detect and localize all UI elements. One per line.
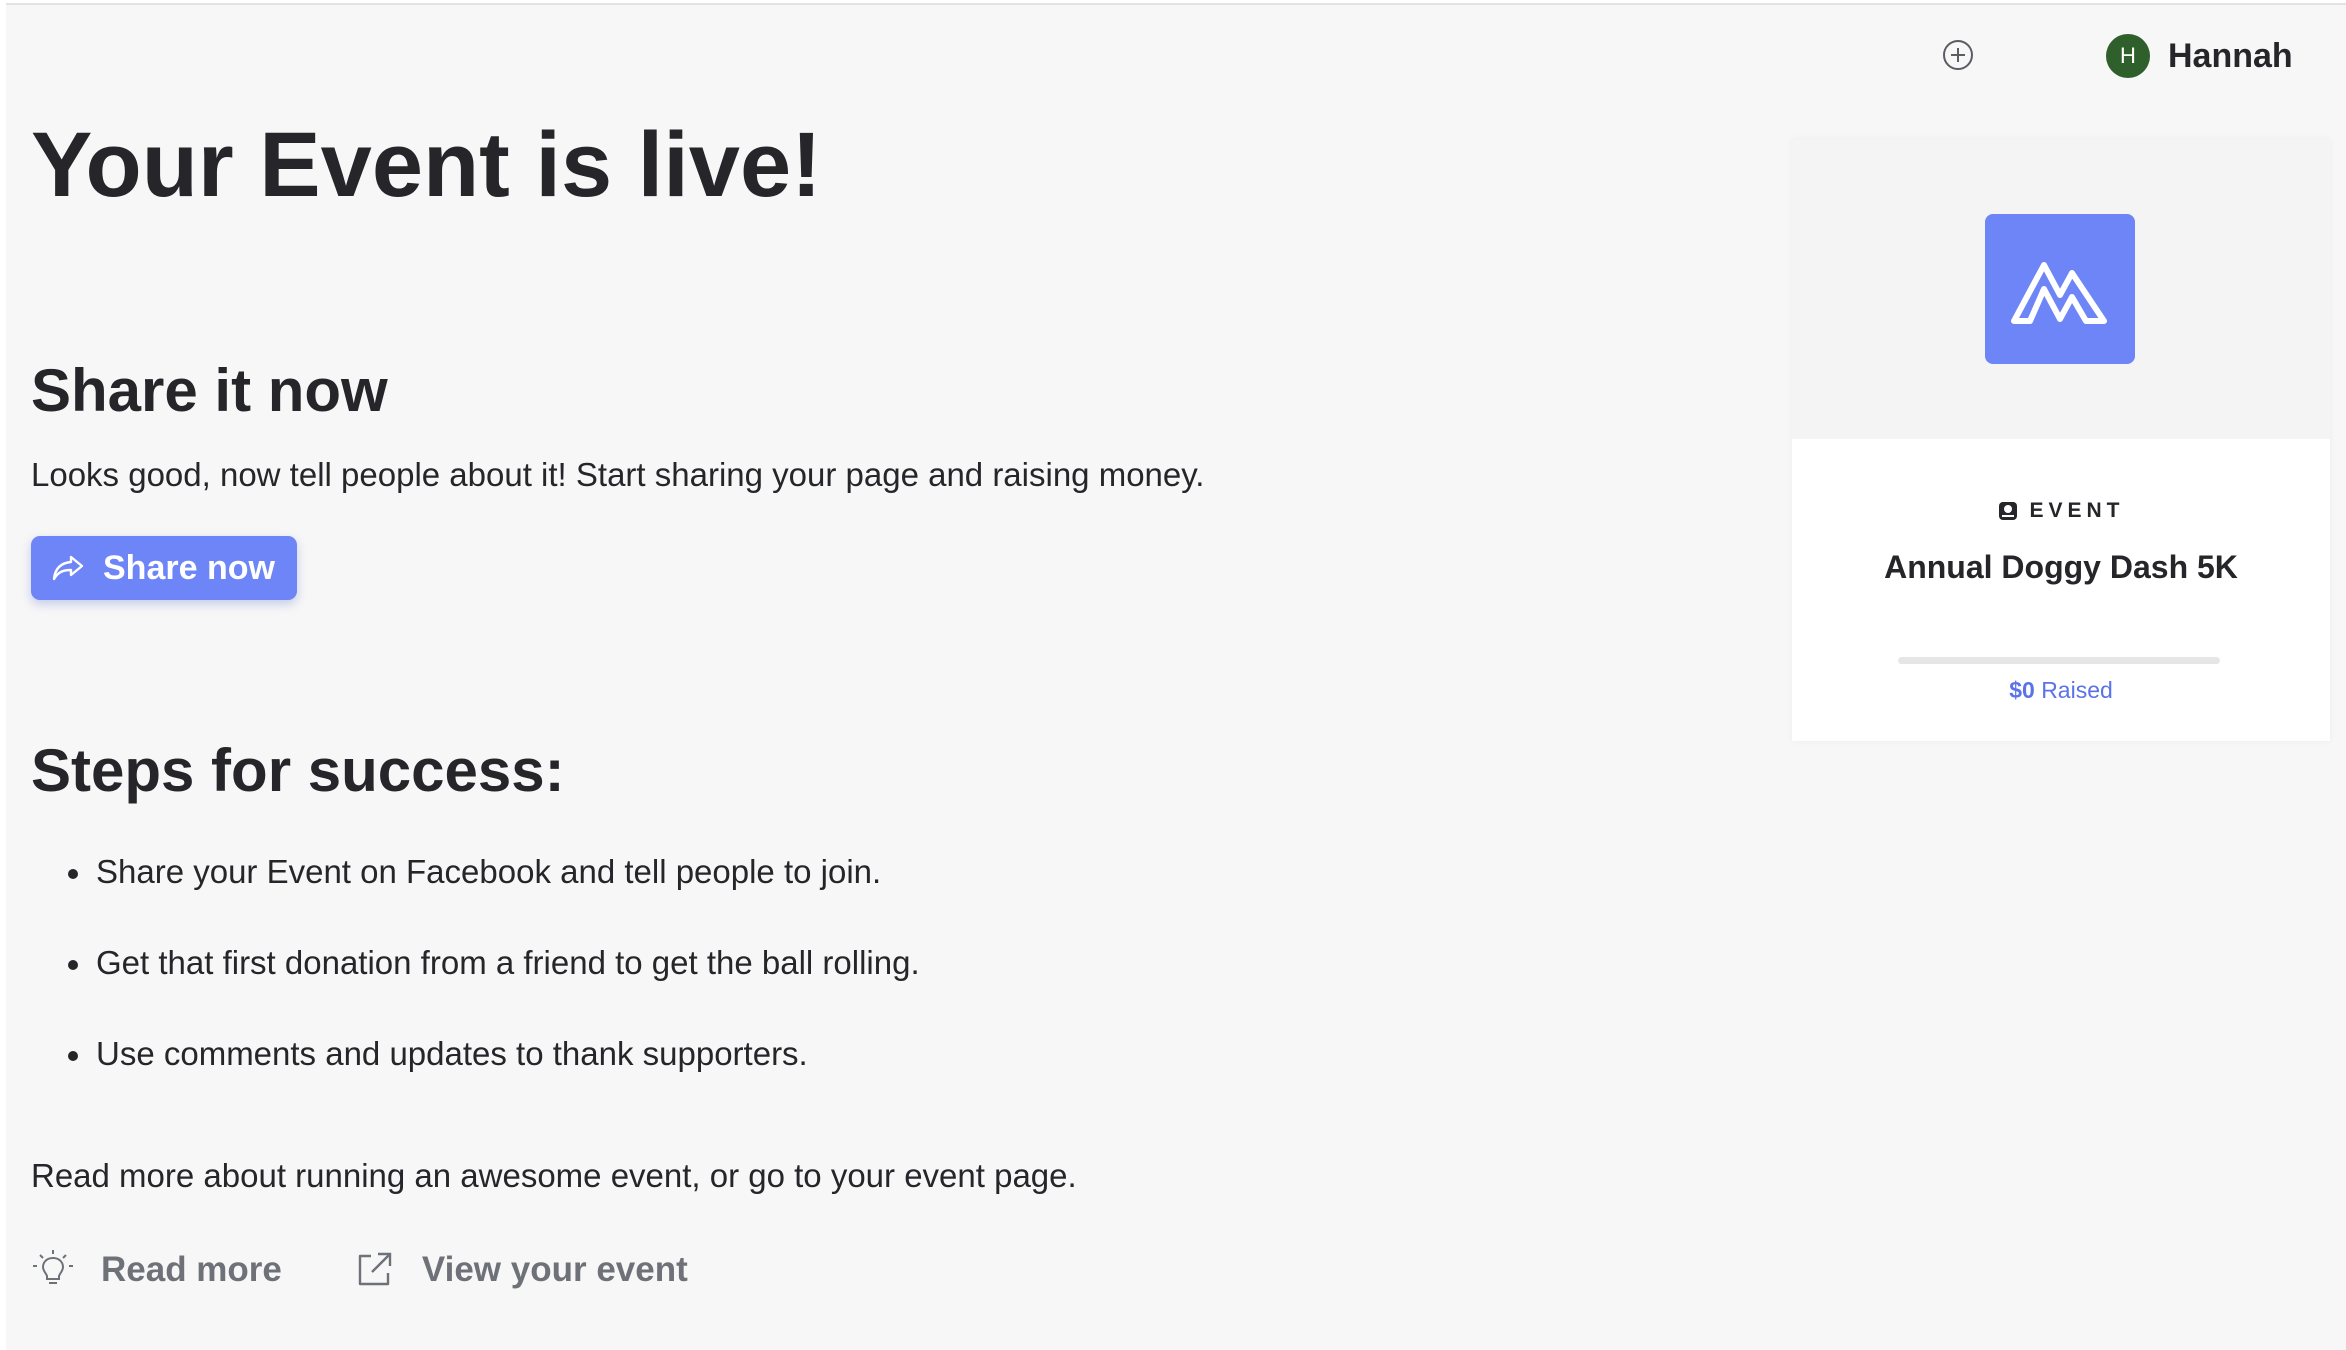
badge-icon xyxy=(1997,500,2019,522)
card-type-label: EVENT xyxy=(2029,499,2125,522)
raised-label: Raised xyxy=(2041,677,2113,703)
share-now-button[interactable]: Share now xyxy=(31,536,297,600)
page-title: Your Event is live! xyxy=(31,114,822,216)
raised-text: $0 Raised xyxy=(1792,677,2330,704)
share-description: Looks good, now tell people about it! St… xyxy=(31,456,1205,493)
progress-bar xyxy=(1898,657,2220,664)
action-links: Read more View your event xyxy=(31,1245,758,1295)
lightbulb-icon xyxy=(31,1248,75,1292)
view-event-link[interactable]: View your event xyxy=(352,1248,688,1292)
share-now-label: Share now xyxy=(103,548,275,587)
view-event-label: View your event xyxy=(421,1250,688,1289)
steps-heading: Steps for success: xyxy=(31,737,565,804)
add-button[interactable] xyxy=(1941,38,1975,72)
event-title: Annual Doggy Dash 5K xyxy=(1884,549,2238,585)
step-text: Get that first donation from a friend to… xyxy=(96,944,920,981)
share-arrow-icon xyxy=(51,553,87,583)
user-menu[interactable]: H Hannah xyxy=(2106,32,2293,80)
list-item: Get that first donation from a friend to… xyxy=(31,941,920,985)
step-text: Share your Event on Facebook and tell pe… xyxy=(96,853,882,890)
read-more-label: Read more xyxy=(101,1250,282,1289)
mountain-logo-icon xyxy=(1985,214,2135,364)
step-text: Use comments and updates to thank suppor… xyxy=(96,1035,808,1072)
list-item: Share your Event on Facebook and tell pe… xyxy=(31,850,920,894)
user-name: Hannah xyxy=(2168,36,2293,75)
card-header xyxy=(1792,139,2330,439)
steps-list: Share your Event on Facebook and tell pe… xyxy=(31,850,920,1123)
avatar: H xyxy=(2106,34,2150,78)
bullet-icon xyxy=(68,869,78,879)
raised-amount: $0 xyxy=(2009,677,2035,703)
list-item: Use comments and updates to thank suppor… xyxy=(31,1032,920,1076)
read-more-description: Read more about running an awesome event… xyxy=(31,1157,1077,1194)
page: H Hannah Your Event is live! Share it no… xyxy=(6,3,2346,1350)
avatar-initial: H xyxy=(2120,43,2136,68)
plus-circle-icon xyxy=(1943,40,1973,70)
read-more-link[interactable]: Read more xyxy=(31,1248,282,1292)
external-link-icon xyxy=(352,1248,396,1292)
share-heading: Share it now xyxy=(31,357,388,424)
bullet-icon xyxy=(68,1051,78,1061)
event-card[interactable]: EVENT Annual Doggy Dash 5K $0 Raised xyxy=(1792,139,2330,741)
card-type: EVENT xyxy=(1792,499,2330,523)
bullet-icon xyxy=(68,960,78,970)
